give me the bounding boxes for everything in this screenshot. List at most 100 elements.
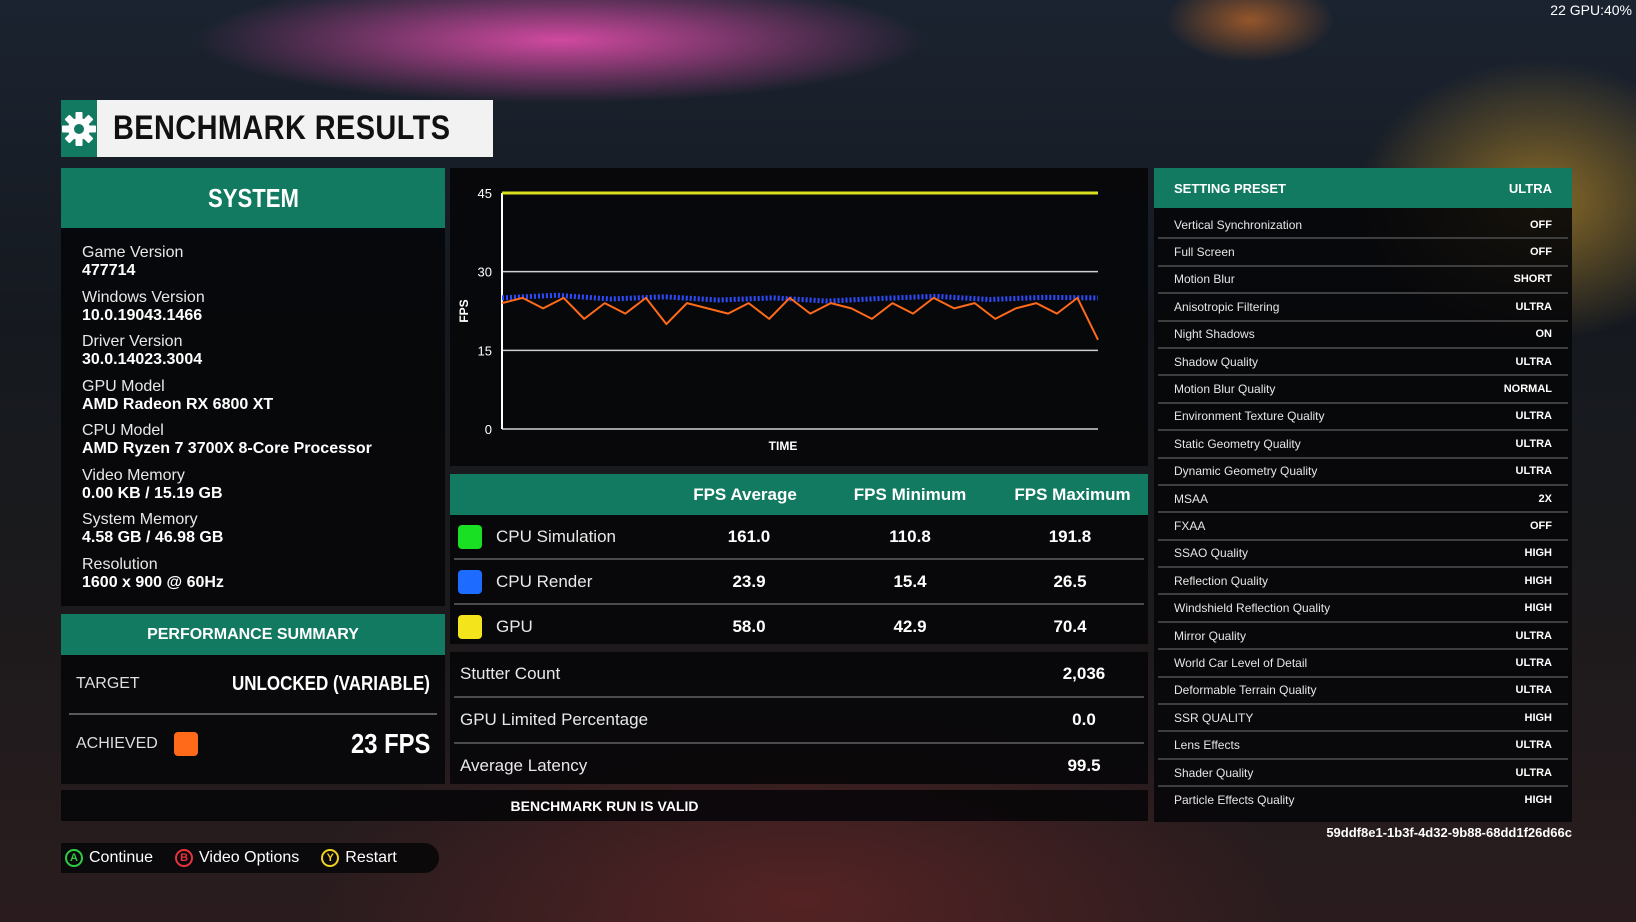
system-header: SYSTEM: [61, 168, 445, 228]
setting-label: World Car Level of Detail: [1174, 655, 1308, 670]
setting-value: ULTRA: [1515, 300, 1552, 313]
fps-row-name: GPU: [496, 616, 533, 636]
fps-minimum-value: 42.9: [893, 616, 927, 636]
title-icon-box: [61, 100, 97, 157]
fps-chart-panel: 0 15 30 45 FPS TIME: [450, 168, 1148, 466]
settings-preset-value: ULTRA: [1508, 180, 1552, 196]
controller-y-button-icon: Y: [321, 849, 340, 867]
setting-label: Mirror Quality: [1174, 628, 1247, 643]
system-info-item: Resolution 1600 x 900 @ 60Hz: [82, 556, 445, 601]
system-info-item: System Memory 4.58 GB / 46.98 GB: [82, 511, 445, 556]
setting-row: Motion Blur SHORT: [1158, 267, 1568, 295]
setting-row: SSAO Quality HIGH: [1158, 541, 1568, 569]
system-info-list: Game Version 477714 Windows Version 10.0.19…: [61, 228, 445, 600]
setting-row: Static Geometry Quality ULTRA: [1158, 431, 1568, 459]
series-color-swatch: [458, 614, 482, 639]
fps-maximum-value: 191.8: [1048, 526, 1092, 546]
system-info-label: Video Memory: [82, 466, 185, 484]
y-tick-label: 45: [478, 186, 492, 201]
system-info-value: 477714: [82, 262, 136, 279]
stat-value: 0.0: [1072, 710, 1096, 729]
system-info-label: Game Version: [82, 244, 184, 261]
stat-label: Average Latency: [460, 756, 588, 775]
controller-b-button-icon: B: [175, 849, 194, 867]
perf-overlay: 22 GPU:40%: [1550, 2, 1632, 18]
fps-row-name: CPU Simulation: [496, 526, 616, 546]
performance-summary-header: PERFORMANCE SUMMARY: [61, 614, 445, 655]
system-info-label: Driver Version: [82, 333, 183, 350]
setting-row: Full Screen OFF: [1158, 239, 1568, 267]
system-info-value: 10.0.19043.1466: [82, 306, 203, 324]
system-info-item: Windows Version 10.0.19043.1466: [82, 289, 445, 334]
setting-row: Anisotropic Filtering ULTRA: [1158, 294, 1568, 322]
setting-value: ULTRA: [1515, 684, 1552, 697]
perf-target-value: UNLOCKED (VARIABLE): [231, 672, 430, 695]
setting-label: Static Geometry Quality: [1174, 436, 1301, 451]
setting-row: SSR QUALITY HIGH: [1158, 705, 1568, 733]
setting-label: Lens Effects: [1174, 738, 1240, 753]
system-info-label: GPU Model: [82, 377, 165, 395]
fps-table-rows: CPU Simulation 161.0 110.8 191.8 CPU Render 2…: [450, 515, 1148, 648]
controller-a-button-icon: A: [65, 849, 83, 867]
setting-value: ULTRA: [1515, 355, 1552, 368]
header-fps-average: FPS Average: [693, 484, 797, 504]
system-panel: SYSTEM Game Version 477714 Windows Version…: [61, 168, 445, 606]
setting-row: Lens Effects ULTRA: [1158, 732, 1568, 760]
benchmark-valid-banner: BENCHMARK RUN IS VALID: [61, 790, 1148, 821]
setting-row: Windshield Reflection Quality HIGH: [1158, 595, 1568, 623]
setting-row: Motion Blur Quality NORMAL: [1158, 376, 1568, 404]
system-info-value: 30.0.14023.3004: [82, 351, 203, 368]
stats-rows: Stutter Count 2,036 GPU Limited Percentage…: [450, 652, 1148, 788]
setting-value: 2X: [1538, 492, 1552, 505]
setting-value: OFF: [1530, 519, 1552, 532]
run-guid: 59ddf8e1-1b3f-4d32-9b88-68dd1f26d66c: [1326, 825, 1572, 840]
fps-maximum-value: 70.4: [1053, 616, 1087, 636]
fps-minimum-value: 110.8: [889, 526, 931, 546]
y-tick-label: 15: [478, 343, 492, 358]
perf-achieved-label: ACHIEVED: [76, 735, 158, 752]
setting-value: ON: [1535, 328, 1553, 341]
setting-label: Motion Blur Quality: [1174, 382, 1276, 397]
setting-label: MSAA: [1174, 491, 1209, 506]
setting-value: HIGH: [1524, 574, 1553, 587]
setting-label: Shadow Quality: [1174, 354, 1259, 369]
settings-preset-header: SETTING PRESET ULTRA: [1154, 168, 1572, 208]
control-continue-button[interactable]: A Continue: [65, 849, 153, 867]
fps-table-header: FPS Average FPS Minimum FPS Maximum: [450, 474, 1148, 515]
setting-label: Night Shadows: [1174, 327, 1255, 342]
title-bar: BENCHMARK RESULTS: [61, 100, 493, 157]
fps-chart: 0 15 30 45 FPS TIME: [457, 186, 1099, 453]
y-tick-label: 30: [478, 265, 492, 280]
setting-row: MSAA 2X: [1158, 486, 1568, 514]
setting-row: Deformable Terrain Quality ULTRA: [1158, 678, 1568, 706]
control-video-options-button[interactable]: B Video Options: [175, 849, 299, 867]
series-achieved-line: [501, 296, 1099, 341]
control-label: Restart: [345, 849, 397, 866]
setting-label: SSR QUALITY: [1174, 710, 1254, 725]
fps-minimum-value: 15.4: [893, 571, 927, 591]
setting-row: Mirror Quality ULTRA: [1158, 623, 1568, 651]
system-info-item: Game Version 477714: [82, 244, 445, 289]
setting-label: Deformable Terrain Quality: [1174, 683, 1317, 698]
setting-label: Windshield Reflection Quality: [1174, 601, 1331, 616]
control-restart-button[interactable]: Y Restart: [321, 849, 397, 867]
setting-value: NORMAL: [1503, 383, 1552, 396]
y-axis-label: FPS: [457, 299, 471, 322]
setting-label: Shader Quality: [1174, 765, 1254, 780]
page-title: BENCHMARK RESULTS: [113, 109, 451, 147]
settings-list: Vertical Synchronization OFF Full Screen OF…: [1154, 208, 1572, 813]
stat-row: Average Latency 99.5: [454, 742, 1144, 788]
header-fps-minimum: FPS Minimum: [853, 484, 967, 504]
perf-target-row: TARGET UNLOCKED (VARIABLE): [69, 655, 437, 713]
stat-value: 99.5: [1067, 756, 1101, 775]
fps-average-value: 161.0: [727, 526, 771, 546]
series-color-swatch: [458, 524, 482, 549]
setting-label: Reflection Quality: [1174, 573, 1269, 588]
system-info-item: Driver Version 30.0.14023.3004: [82, 333, 445, 378]
setting-row: Dynamic Geometry Quality ULTRA: [1158, 459, 1568, 486]
settings-preset-label: SETTING PRESET: [1174, 180, 1286, 196]
header-fps-maximum: FPS Maximum: [1014, 484, 1131, 504]
setting-value: HIGH: [1524, 547, 1553, 560]
setting-value: ULTRA: [1515, 465, 1552, 478]
setting-row: Vertical Synchronization OFF: [1158, 212, 1568, 240]
